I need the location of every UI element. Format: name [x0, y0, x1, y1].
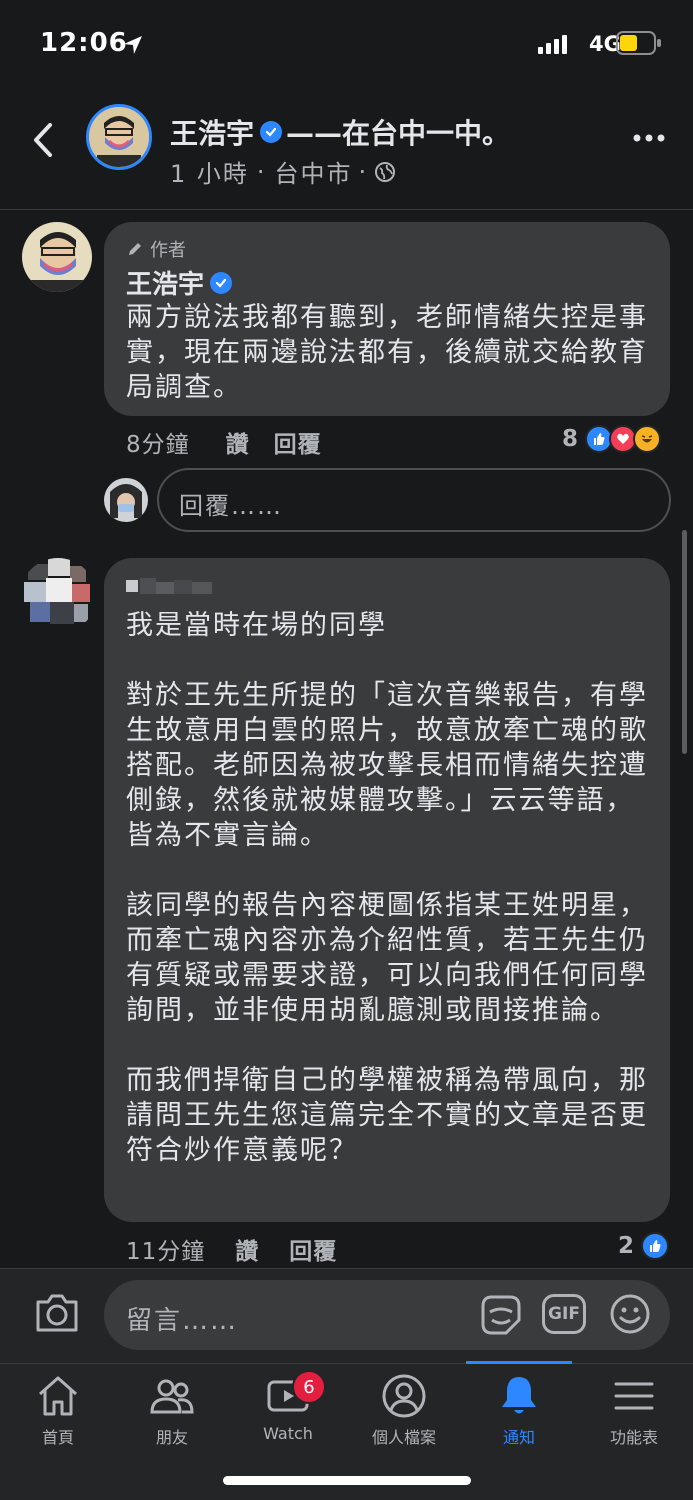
post-meta: 1 小時 · 台中市 ·: [170, 154, 396, 189]
meta-separator: ·: [358, 157, 369, 186]
post-time: 1 小時: [170, 160, 249, 188]
tab-label: 通知: [502, 1428, 535, 1447]
author-badge: 作者: [126, 236, 186, 262]
scrollbar[interactable]: [682, 530, 687, 754]
comment-text: 兩方說法我都有聽到，老師情緒失控是事實，現在兩邊說法都有，後續就交給教育局調查。: [126, 302, 648, 403]
meta-separator: ·: [256, 157, 267, 186]
tab-label: 朋友: [155, 1428, 188, 1447]
comment-time: 8分鐘: [126, 432, 190, 458]
reply-placeholder: 回覆……: [179, 492, 283, 520]
tab-label: 首頁: [41, 1428, 74, 1447]
tab-friends[interactable]: 朋友: [122, 1372, 222, 1448]
reaction-summary[interactable]: 8: [562, 425, 662, 453]
reply-input[interactable]: 回覆……: [157, 468, 671, 532]
globe-icon: [375, 161, 396, 182]
comment-placeholder: 留言……: [126, 1306, 239, 1336]
tab-home[interactable]: 首頁: [8, 1372, 108, 1448]
pencil-icon: [129, 243, 141, 255]
reply-button[interactable]: 回覆: [289, 1232, 337, 1266]
comment-text: 我是當時在場的同學 對於王先生所提的「這次音樂報告，有學生故意用白雲的照片，故意…: [126, 610, 648, 1166]
verified-badge-icon: [210, 271, 233, 294]
emoji-icon[interactable]: [608, 1292, 652, 1336]
commenter-name-row: 王浩宇: [126, 264, 236, 301]
tab-label: Watch: [263, 1424, 313, 1443]
friends-icon: [150, 1379, 194, 1414]
sticker-icon[interactable]: [478, 1292, 524, 1338]
author-name[interactable]: 王浩宇: [170, 112, 254, 152]
reply-button[interactable]: 回覆: [274, 425, 322, 459]
comment-time: 11分鐘: [126, 1239, 206, 1265]
comment-actions: 8分鐘 讚 回覆: [126, 425, 322, 459]
post-header-title: 王浩宇 ——在台中一中。: [170, 112, 510, 152]
commenter-name-redacted[interactable]: [126, 576, 216, 600]
more-options-icon[interactable]: [632, 128, 666, 148]
like-reaction-icon: [641, 1232, 670, 1260]
reaction-count: 2: [618, 1233, 636, 1259]
comment-avatar[interactable]: [22, 222, 92, 292]
comment-actions: 11分鐘 讚 回覆: [126, 1232, 337, 1266]
author-avatar[interactable]: [86, 104, 152, 170]
comment-avatar-blurred[interactable]: [20, 558, 96, 634]
author-badge-label: 作者: [150, 240, 186, 261]
tab-profile[interactable]: 個人檔案: [354, 1372, 454, 1448]
notification-badge: 6: [292, 1370, 326, 1404]
reaction-count: 8: [562, 426, 580, 452]
home-indicator[interactable]: [223, 1476, 471, 1485]
tab-label: 功能表: [609, 1428, 658, 1447]
verified-badge-icon: [260, 121, 283, 143]
commenter-name[interactable]: 王浩宇: [126, 264, 204, 301]
battery-icon: [616, 31, 661, 55]
home-icon: [39, 1376, 77, 1416]
tab-label: 個人檔案: [371, 1428, 436, 1447]
post-city[interactable]: 台中市: [275, 154, 353, 189]
reaction-summary[interactable]: 2: [618, 1232, 670, 1260]
status-time: 12:06: [40, 28, 128, 58]
camera-icon[interactable]: [34, 1292, 80, 1334]
profile-icon: [382, 1374, 426, 1418]
gif-button[interactable]: GIF: [542, 1294, 586, 1334]
active-tab-indicator: [466, 1361, 572, 1364]
bell-icon: [502, 1377, 536, 1414]
menu-icon: [614, 1382, 654, 1410]
like-button[interactable]: 讚: [235, 1232, 259, 1266]
tab-menu[interactable]: 功能表: [584, 1372, 684, 1448]
header-divider: [0, 209, 693, 210]
signal-icon: [538, 35, 567, 54]
like-button[interactable]: 讚: [226, 425, 250, 459]
tab-notifications[interactable]: 通知: [469, 1372, 569, 1448]
comment-bubble[interactable]: 我是當時在場的同學 對於王先生所提的「這次音樂報告，有學生故意用白雲的照片，故意…: [104, 558, 670, 1222]
location-arrow-icon: [124, 36, 142, 54]
gif-label: GIF: [548, 1304, 580, 1324]
haha-reaction-icon: [633, 425, 662, 453]
location-text[interactable]: ——在台中一中。: [286, 112, 510, 152]
comment-bubble[interactable]: 作者 王浩宇 兩方說法我都有聽到，老師情緒失控是事實，現在兩邊說法都有，後續就交…: [104, 222, 670, 416]
my-avatar: [104, 478, 148, 522]
back-icon[interactable]: [30, 122, 56, 158]
